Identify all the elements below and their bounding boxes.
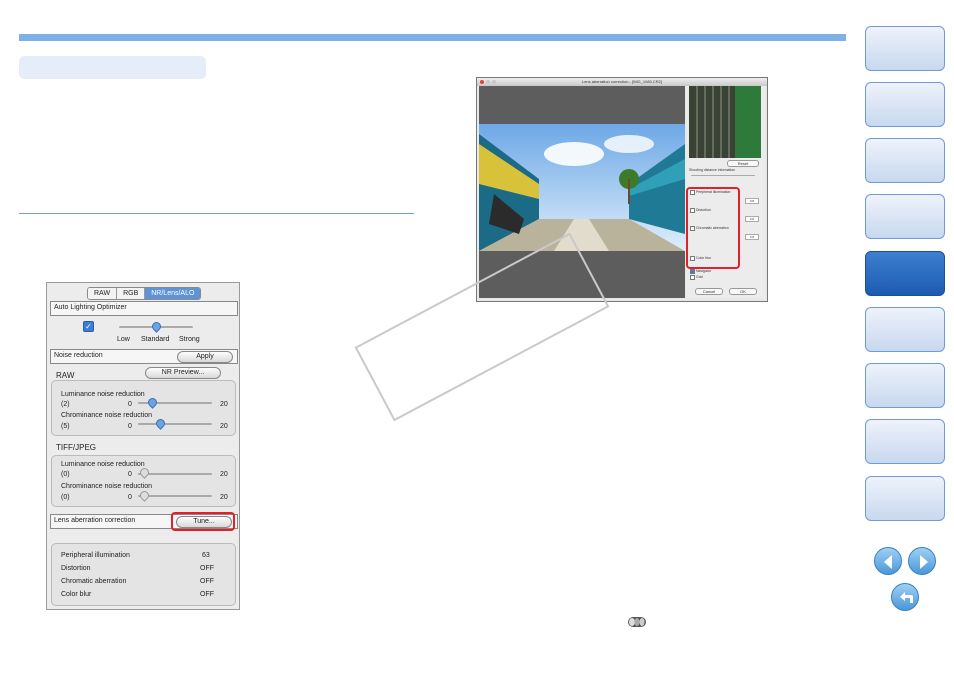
lens-row-value-2: OFF	[200, 578, 214, 585]
alo-title: Auto Lighting Optimizer	[54, 304, 127, 311]
next-page-button[interactable]	[908, 547, 936, 575]
lens-title: Lens aberration correction	[54, 517, 136, 524]
options-highlight	[686, 187, 740, 269]
arrow-left-icon	[884, 555, 892, 569]
alo-level-strong: Strong	[179, 336, 200, 343]
navigator-thumbnail	[689, 86, 761, 158]
lens-row-label-0: Peripheral illumination	[61, 552, 130, 559]
nav-button-7[interactable]	[865, 363, 945, 408]
nav-button-4[interactable]	[865, 194, 945, 239]
close-icon[interactable]	[480, 80, 484, 84]
lens-row-value-0: 63	[202, 552, 210, 559]
nav-button-9[interactable]	[865, 476, 945, 521]
nr-preview-button[interactable]: NR Preview...	[145, 367, 221, 379]
prev-page-button[interactable]	[874, 547, 902, 575]
tab-nr-lens-alo[interactable]: NR/Lens/ALO	[145, 288, 201, 299]
grid-label: Grid	[696, 275, 703, 279]
alo-header: Auto Lighting Optimizer	[50, 301, 238, 316]
distance-slider[interactable]	[691, 175, 755, 176]
raw-nr-group: Luminance noise reduction (2) 0 20 Chrom…	[51, 380, 236, 436]
section-tag	[19, 56, 206, 79]
section-divider	[19, 213, 414, 214]
nav-button-1[interactable]	[865, 26, 945, 71]
lens-row-label-1: Distortion	[61, 565, 91, 572]
raw-chrom-label: Chrominance noise reduction	[61, 412, 153, 419]
alo-slider-knob[interactable]	[150, 320, 163, 333]
raw-chrom-value: (5)	[61, 423, 70, 430]
navigator-checkbox[interactable]	[690, 269, 695, 274]
lens-row-label-3: Color blur	[61, 591, 92, 598]
minimize-icon[interactable]	[486, 80, 490, 84]
raw-lum-min: 0	[128, 401, 132, 408]
return-icon	[900, 592, 913, 603]
tab-raw[interactable]: RAW	[88, 288, 118, 299]
alo-level-standard: Standard	[141, 336, 170, 343]
raw-chrom-slider[interactable]	[138, 423, 212, 425]
alo-checkbox[interactable]: ✓	[83, 321, 94, 332]
tiff-lum-label: Luminance noise reduction	[61, 461, 145, 468]
nr-header: Noise reduction Apply	[50, 349, 238, 364]
apply-button[interactable]: Apply	[177, 351, 233, 363]
tiff-chrom-min: 0	[128, 494, 132, 501]
tab-rgb[interactable]: RGB	[117, 288, 146, 299]
lens-icon	[626, 615, 648, 629]
alo-level-low: Low	[117, 336, 130, 343]
return-button[interactable]	[891, 583, 919, 611]
ok-button[interactable]: OK	[729, 288, 757, 295]
lens-row-value-1: OFF	[200, 565, 214, 572]
nav-button-2[interactable]	[865, 82, 945, 127]
tiff-lum-min: 0	[128, 471, 132, 478]
distortion-value[interactable]: 0.8	[745, 216, 759, 222]
lens-row-label-2: Chromatic aberration	[61, 578, 127, 585]
zoom-icon[interactable]	[492, 80, 496, 84]
shooting-distance-label: Shooting distance information	[689, 168, 736, 172]
lens-summary-group: Peripheral illumination 63 Distortion OF…	[51, 543, 236, 606]
raw-chrom-max: 20	[220, 423, 228, 430]
nav-button-6[interactable]	[865, 307, 945, 352]
raw-lum-label: Luminance noise reduction	[61, 391, 145, 398]
tiff-heading: TIFF/JPEG	[56, 443, 96, 452]
tune-highlight	[171, 512, 235, 531]
grid-checkbox[interactable]	[690, 275, 695, 280]
reset-button[interactable]: Reset	[727, 160, 759, 167]
tiff-chrom-max: 20	[220, 494, 228, 501]
nav-button-3[interactable]	[865, 138, 945, 183]
navigator-label: Navigator	[696, 269, 711, 273]
raw-chrom-knob[interactable]	[154, 417, 167, 430]
raw-lum-value: (2)	[61, 401, 70, 408]
lens-row-value-3: OFF	[200, 591, 214, 598]
peripheral-value[interactable]: 0.8	[745, 198, 759, 204]
raw-lum-knob[interactable]	[146, 396, 159, 409]
tiff-chrom-knob[interactable]	[138, 489, 151, 502]
palette-tabs: RAW RGB NR/Lens/ALO	[87, 287, 202, 300]
nr-lens-alo-panel: RAW RGB NR/Lens/ALO Auto Lighting Optimi…	[46, 282, 240, 610]
tiff-lum-knob[interactable]	[138, 466, 151, 479]
tiff-chrom-value: (0)	[61, 494, 70, 501]
raw-heading: RAW	[56, 371, 75, 380]
tiff-lum-max: 20	[220, 471, 228, 478]
raw-chrom-min: 0	[128, 423, 132, 430]
arrow-right-icon	[920, 555, 928, 569]
cancel-button[interactable]: Cancel	[695, 288, 723, 295]
train-photo	[479, 124, 685, 251]
tiff-nr-group: Luminance noise reduction (0) 0 20 Chrom…	[51, 455, 236, 507]
raw-lum-max: 20	[220, 401, 228, 408]
chromatic-value[interactable]: 0.8	[745, 234, 759, 240]
tiff-lum-value: (0)	[61, 471, 70, 478]
nav-button-8[interactable]	[865, 419, 945, 464]
tiff-chrom-label: Chrominance noise reduction	[61, 483, 153, 490]
nr-title: Noise reduction	[54, 352, 103, 359]
nav-button-5-active[interactable]	[865, 251, 945, 296]
header-bar	[19, 34, 846, 41]
dialog-title: Lens aberration correction - [IMG_1083.C…	[477, 78, 767, 86]
